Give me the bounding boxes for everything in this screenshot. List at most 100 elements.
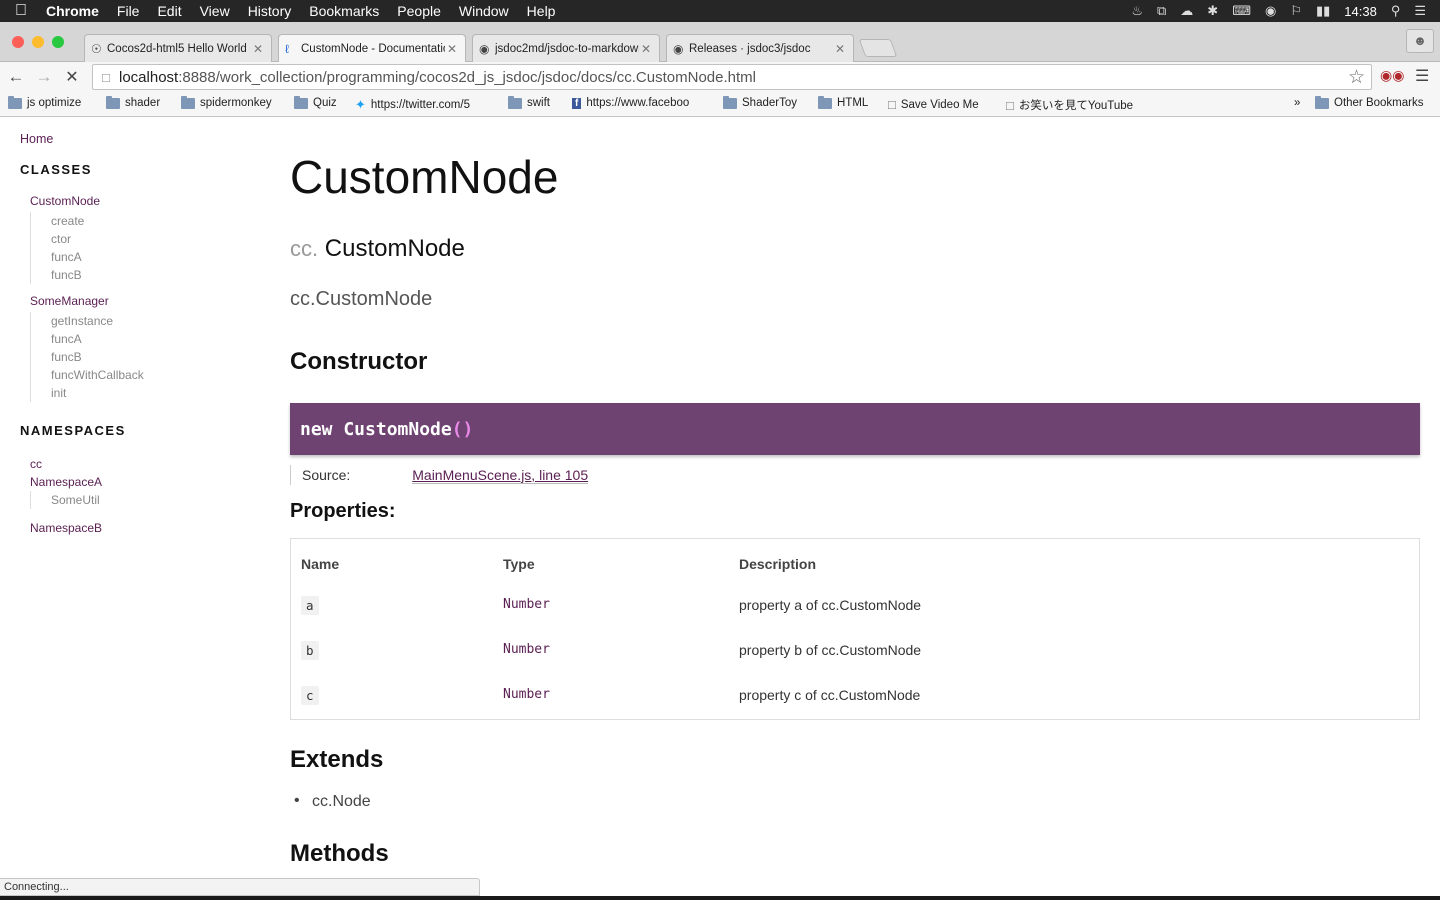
close-tab-icon[interactable]: ✕ [639, 42, 653, 56]
nav-member-getinstance[interactable]: getInstance [51, 312, 260, 330]
nav-link-namespaceb[interactable]: NamespaceB [30, 521, 102, 535]
github-icon: ◉ [479, 41, 490, 56]
bluetooth-icon[interactable]: ✱ [1207, 3, 1218, 19]
menu-history[interactable]: History [239, 0, 301, 22]
bookmark-html[interactable]: HTML [818, 95, 868, 109]
browser-toolbar: ← → ✕ □ localhost:8888/work_collection/p… [0, 62, 1440, 92]
bookmarks-bar: js optimize shader spidermonkey Quiz ✦ ht… [0, 92, 1440, 117]
profile-icon[interactable]: ☻ [1406, 29, 1434, 53]
us-flag-icon[interactable]: ⚐ [1290, 3, 1302, 19]
bookmark-shader[interactable]: shader [106, 95, 160, 109]
minimize-window-button[interactable] [32, 36, 44, 48]
bookmark-js-optimize[interactable]: js optimize [8, 95, 81, 109]
nav-home-link[interactable]: Home [20, 132, 260, 146]
property-description: property b of cc.CustomNode [739, 642, 922, 658]
property-type: Number [503, 642, 550, 657]
property-type: Number [503, 687, 550, 702]
close-tab-icon[interactable]: ✕ [251, 42, 265, 56]
cloud-upload-icon[interactable]: ☁ [1180, 3, 1193, 19]
clock[interactable]: 14:38 [1344, 4, 1377, 19]
menu-edit[interactable]: Edit [148, 0, 190, 22]
bookmarks-overflow-button[interactable]: » [1294, 97, 1300, 109]
page-title: CustomNode [290, 151, 559, 203]
property-description: property a of cc.CustomNode [739, 597, 922, 613]
menu-window[interactable]: Window [450, 0, 518, 22]
battery-icon[interactable]: ▮▮ [1316, 3, 1330, 19]
stop-loading-icon[interactable]: ✕ [58, 67, 86, 87]
nav-member-someutil[interactable]: SomeUtil [51, 491, 260, 509]
menu-help[interactable]: Help [518, 0, 565, 22]
nav-link-namespacea[interactable]: NamespaceA [30, 475, 102, 489]
bookmark-twitter[interactable]: ✦ https://twitter.com/5 [355, 97, 470, 113]
nav-members-namespacea: SomeUtil [30, 491, 260, 509]
nav-member-ctor[interactable]: ctor [51, 230, 260, 248]
tab-customnode-documentation[interactable]: ℓ CustomNode - Documentation ✕ [278, 34, 466, 63]
chrome-menu-icon[interactable]: ☰ [1415, 66, 1429, 86]
notification-bell-icon[interactable]: ♨ [1131, 3, 1143, 19]
new-tab-button[interactable] [858, 39, 898, 57]
properties-heading: Properties: [290, 500, 396, 522]
menu-people[interactable]: People [388, 0, 450, 22]
page-icon: □ [102, 69, 110, 85]
bookmark-star-icon[interactable]: ☆ [1348, 66, 1365, 89]
source-link[interactable]: MainMenuScene.js, line 105 [412, 467, 589, 484]
folder-icon [508, 95, 522, 109]
property-name: a [301, 596, 319, 615]
close-window-button[interactable] [12, 36, 24, 48]
sync-icon[interactable]: ⧉ [1157, 3, 1166, 19]
property-description: property c of cc.CustomNode [739, 687, 921, 703]
bookmark-spidermonkey[interactable]: spidermonkey [181, 95, 272, 109]
address-bar[interactable]: □ localhost:8888/work_collection/program… [92, 64, 1372, 90]
nav-class-somemanager: SomeManager [30, 294, 260, 308]
nav-member-funcb[interactable]: funcB [51, 348, 260, 366]
column-header-description: Description [739, 556, 817, 572]
zoom-window-button[interactable] [52, 36, 64, 48]
menu-view[interactable]: View [191, 0, 239, 22]
jsdoc-icon: ℓ [285, 42, 289, 56]
nav-link-customnode[interactable]: CustomNode [30, 194, 100, 208]
nav-member-funca[interactable]: funcA [51, 330, 260, 348]
nav-member-init[interactable]: init [51, 384, 260, 402]
bookmark-quiz[interactable]: Quiz [294, 95, 337, 109]
menu-app-chrome[interactable]: Chrome [42, 0, 108, 22]
nav-member-funca[interactable]: funcA [51, 248, 260, 266]
folder-icon [818, 95, 832, 109]
nav-namespace-namespaceb: NamespaceB [30, 519, 260, 537]
nav-link-cc[interactable]: cc [30, 457, 42, 471]
menu-file[interactable]: File [108, 0, 149, 22]
bookmark-youtube-japanese[interactable]: □ お笑いを見てYouTube [1006, 97, 1133, 113]
close-tab-icon[interactable]: ✕ [445, 42, 459, 56]
bookmark-shadertoy[interactable]: ShaderToy [723, 95, 797, 109]
wifi-icon[interactable]: ◉ [1265, 3, 1276, 19]
class-fullname: cc.CustomNode [290, 288, 433, 310]
nav-member-funcwithcallback[interactable]: funcWithCallback [51, 366, 260, 384]
page-content: Home CLASSES CustomNode create ctor func… [0, 118, 1440, 878]
notification-center-icon[interactable]: ☰ [1414, 3, 1426, 19]
extension-mask-icon[interactable]: ◉◉ [1380, 67, 1404, 84]
nav-link-somemanager[interactable]: SomeManager [30, 294, 109, 308]
bookmark-swift[interactable]: swift [508, 95, 550, 109]
bookmark-save-video-me[interactable]: □ Save Video Me [888, 97, 979, 112]
namespaces-heading: NAMESPACES [20, 423, 126, 438]
status-bubble: Connecting... [0, 878, 480, 896]
property-name: c [301, 686, 319, 705]
extends-item: cc.Node [294, 792, 371, 811]
keyboard-icon[interactable]: ⌨ [1232, 3, 1251, 19]
close-tab-icon[interactable]: ✕ [833, 42, 847, 56]
tab-jsdoc2md[interactable]: ◉ jsdoc2md/jsdoc-to-markdown ✕ [472, 34, 660, 62]
apple-menu-icon[interactable]:  [0, 2, 42, 20]
bookmark-other-bookmarks[interactable]: Other Bookmarks [1315, 95, 1423, 109]
page-icon: □ [1006, 97, 1014, 113]
menu-bookmarks[interactable]: Bookmarks [300, 0, 388, 22]
tab-jsdoc-releases[interactable]: ◉ Releases · jsdoc3/jsdoc ✕ [666, 34, 854, 62]
nav-member-funcb[interactable]: funcB [51, 266, 260, 284]
tab-cocos2d-hello-world[interactable]: ☉ Cocos2d-html5 Hello World ✕ [84, 34, 272, 62]
back-arrow-icon[interactable]: ← [2, 67, 30, 87]
tab-strip: ☉ Cocos2d-html5 Hello World ✕ ℓ CustomNo… [0, 22, 1440, 63]
extends-heading: Extends [290, 746, 384, 773]
property-name: b [301, 641, 319, 660]
nav-member-create[interactable]: create [51, 212, 260, 230]
forward-arrow-icon[interactable]: → [30, 67, 58, 87]
spotlight-search-icon[interactable]: ⚲ [1391, 3, 1401, 19]
bookmark-facebook[interactable]: f https://www.faceboo [572, 97, 689, 109]
